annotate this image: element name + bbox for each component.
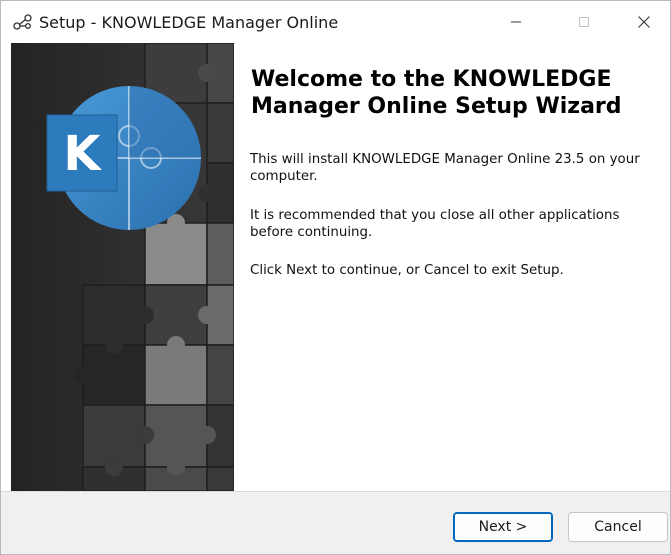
close-button[interactable] [613, 1, 670, 43]
minimize-button[interactable] [485, 1, 547, 43]
instructions-text: Click Next to continue, or Cancel to exi… [250, 263, 564, 278]
install-info-text: This will install KNOWLEDGE Manager Onli… [250, 152, 640, 184]
title-bar[interactable]: Setup - KNOWLEDGE Manager Online [1, 1, 670, 43]
wizard-sidebar-image: K [11, 43, 234, 491]
logo-letter: K [63, 126, 102, 182]
welcome-heading: Welcome to the KNOWLEDGE Manager Online … [251, 67, 622, 119]
wizard-footer: Next > Cancel [1, 491, 670, 554]
minimize-icon [511, 21, 521, 23]
welcome-content: Welcome to the KNOWLEDGE Manager Online … [234, 43, 670, 491]
window-title: Setup - KNOWLEDGE Manager Online [39, 13, 339, 32]
maximize-icon [579, 17, 589, 27]
maximize-button[interactable] [553, 1, 615, 43]
cancel-button[interactable]: Cancel [568, 512, 668, 542]
link-nodes-icon [13, 14, 32, 30]
close-icon [638, 16, 650, 28]
setup-window: Setup - KNOWLEDGE Manager Online K Welco… [0, 0, 671, 555]
next-button[interactable]: Next > [453, 512, 553, 542]
close-apps-text: It is recommended that you close all oth… [250, 208, 620, 240]
puzzle-pieces-pattern: K [11, 43, 234, 491]
